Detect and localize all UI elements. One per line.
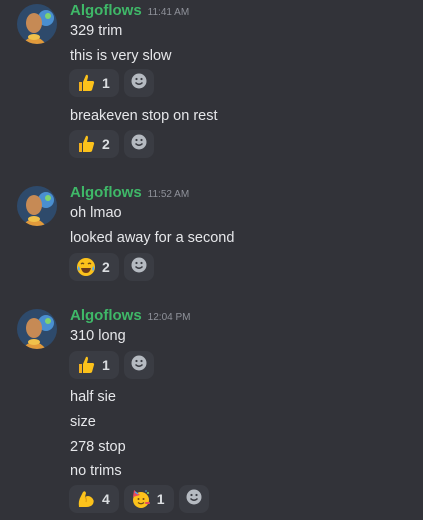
reaction-count: 2 (102, 259, 110, 275)
avatar[interactable] (17, 4, 57, 44)
add-reaction-button[interactable] (178, 485, 209, 513)
reaction-count: 1 (102, 75, 110, 91)
smile-plus-icon (130, 354, 148, 377)
message-text: 310 long (70, 328, 126, 344)
partying-face-icon (131, 489, 151, 509)
reaction-thumbs-up[interactable]: 1 (69, 69, 119, 97)
message-text: this is very slow (70, 48, 172, 64)
joy-icon (76, 257, 96, 277)
smile-plus-icon (130, 72, 148, 95)
reaction-bar: 2 (69, 253, 154, 281)
message-text: breakeven stop on rest (70, 108, 218, 124)
add-reaction-button[interactable] (123, 351, 154, 379)
message-text: size (70, 414, 96, 430)
timestamp[interactable]: 12:04 PM (148, 312, 191, 323)
smile-plus-icon (130, 133, 148, 156)
message-text: 278 stop (70, 439, 126, 455)
message-text: no trims (70, 463, 122, 479)
add-reaction-button[interactable] (123, 130, 154, 158)
message-text: half sie (70, 389, 116, 405)
smile-plus-icon (130, 256, 148, 279)
reaction-joy[interactable]: 2 (69, 253, 119, 281)
avatar[interactable] (17, 186, 57, 226)
reaction-bar: 1 (69, 351, 154, 379)
smile-plus-icon (185, 488, 203, 511)
reaction-bar: 4 1 (69, 485, 209, 513)
timestamp[interactable]: 11:41 AM (148, 7, 190, 18)
author-name[interactable]: Algoflows (70, 2, 142, 19)
add-reaction-button[interactable] (123, 253, 154, 281)
reaction-count: 2 (102, 136, 110, 152)
thumbs-up-icon (76, 355, 96, 375)
reaction-thumbs-up[interactable]: 2 (69, 130, 119, 158)
reaction-bar: 1 (69, 69, 154, 97)
flexed-biceps-icon (76, 489, 96, 509)
author-name[interactable]: Algoflows (70, 184, 142, 201)
thumbs-up-icon (76, 134, 96, 154)
reaction-partying-face[interactable]: 1 (123, 485, 174, 513)
reaction-count: 4 (102, 491, 110, 507)
message-text: oh lmao (70, 205, 122, 221)
avatar[interactable] (17, 309, 57, 349)
author-name[interactable]: Algoflows (70, 307, 142, 324)
reaction-count: 1 (102, 357, 110, 373)
add-reaction-button[interactable] (123, 69, 154, 97)
reaction-count: 1 (156, 491, 165, 507)
timestamp[interactable]: 11:52 AM (148, 189, 190, 200)
reaction-bar: 2 (69, 130, 154, 158)
reaction-thumbs-up[interactable]: 1 (69, 351, 119, 379)
thumbs-up-icon (76, 73, 96, 93)
message-text: looked away for a second (70, 230, 235, 246)
message-text: 329 trim (70, 23, 123, 39)
reaction-flexed-biceps[interactable]: 4 (69, 485, 119, 513)
